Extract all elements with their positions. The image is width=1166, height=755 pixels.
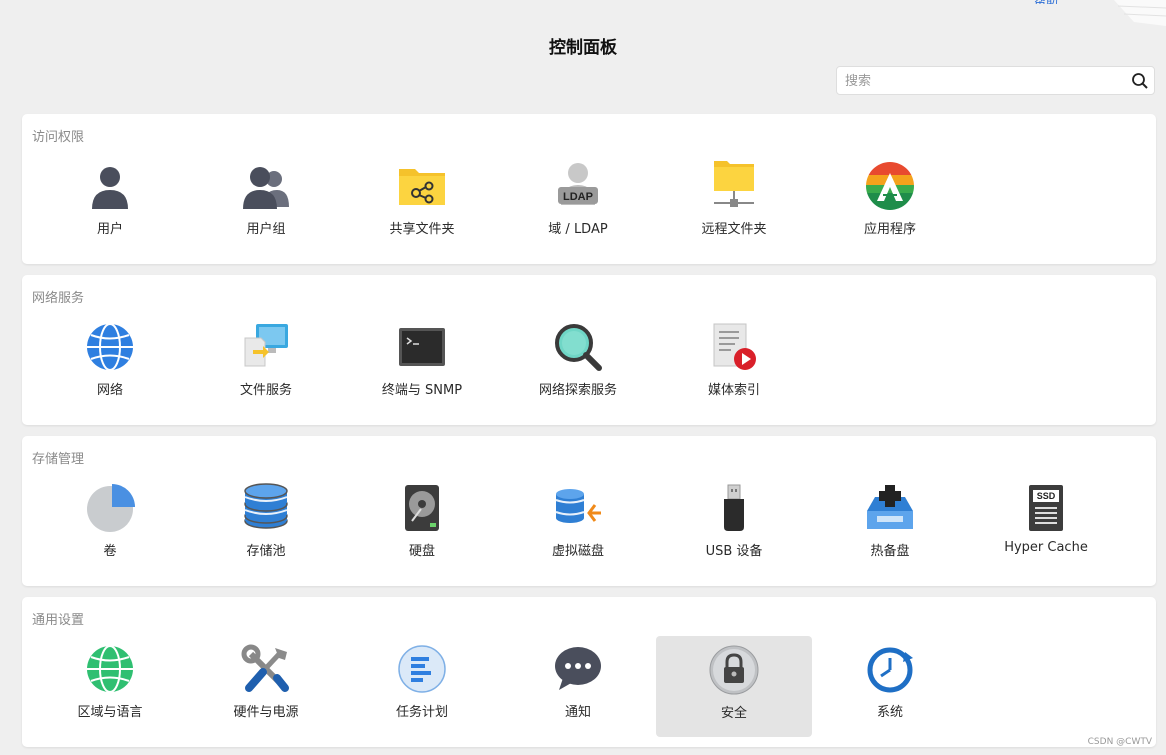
item-network-discovery[interactable]: 网络探索服务 (500, 297, 656, 398)
file-service-icon (241, 322, 291, 372)
help-link[interactable]: 帮助 (1034, 0, 1058, 4)
svg-text:LDAP: LDAP (563, 191, 593, 203)
item-system[interactable]: 系统 (812, 619, 968, 720)
terminal-icon (397, 322, 447, 372)
shared-folder-icon (397, 161, 447, 211)
item-shared-folder[interactable]: 共享文件夹 (344, 136, 500, 237)
item-hot-spare[interactable]: 热备盘 (812, 458, 968, 559)
region-globe-icon (85, 644, 135, 694)
svg-text:SSD: SSD (1037, 491, 1056, 501)
item-label: 安全 (720, 706, 747, 721)
tools-icon (241, 644, 291, 694)
item-hyper-cache[interactable]: SSD Hyper Cache (968, 458, 1124, 559)
item-label: 硬件与电源 (233, 705, 299, 720)
search-input[interactable] (845, 72, 1125, 90)
application-icon (865, 161, 915, 211)
task-list-icon (397, 644, 447, 694)
item-label: 虚拟磁盘 (551, 544, 604, 559)
item-label: 通知 (564, 705, 591, 720)
item-label: 用户 (96, 222, 123, 237)
item-label: 域 / LDAP (548, 222, 608, 237)
item-notification[interactable]: 通知 (500, 619, 656, 720)
item-terminal-snmp[interactable]: 终端与 SNMP (344, 297, 500, 398)
item-volume[interactable]: 卷 (32, 458, 188, 559)
item-region-language[interactable]: 区域与语言 (32, 619, 188, 720)
item-security[interactable]: 安全 (656, 636, 812, 737)
section-storage-management: 存储管理 卷 存储池 硬盘 虚拟磁盘 USB 设备 热备盘 SSD Hyper … (22, 436, 1156, 586)
item-label: 存储池 (246, 544, 286, 559)
user-group-icon (241, 161, 291, 211)
hot-spare-icon (865, 483, 915, 533)
item-usb-device[interactable]: USB 设备 (656, 458, 812, 559)
item-user-group[interactable]: 用户组 (188, 136, 344, 237)
item-label: 卷 (103, 544, 117, 559)
item-domain-ldap[interactable]: LDAP 域 / LDAP (500, 136, 656, 237)
item-label: 应用程序 (863, 222, 916, 237)
search-field[interactable] (836, 66, 1155, 95)
ssd-icon: SSD (1021, 483, 1071, 533)
item-label: 网络 (96, 383, 123, 398)
storage-pool-icon (241, 483, 291, 533)
virtual-disk-icon (553, 483, 603, 533)
item-label: 区域与语言 (77, 705, 143, 720)
chat-bubble-icon (553, 644, 603, 694)
watermark: CSDN @CWTV (1087, 737, 1152, 747)
pie-volume-icon (85, 483, 135, 533)
ldap-icon: LDAP (553, 161, 603, 211)
item-remote-folder[interactable]: 远程文件夹 (656, 136, 812, 237)
section-general-settings: 通用设置 区域与语言 硬件与电源 任务计划 通知 安全 系统 (22, 597, 1156, 747)
search-icon[interactable] (1131, 72, 1149, 90)
item-label: 用户组 (246, 222, 286, 237)
globe-icon (85, 322, 135, 372)
section-network-services: 网络服务 网络 文件服务 终端与 SNMP 网络探索服务 媒体索引 (22, 275, 1156, 425)
item-label: 系统 (876, 705, 903, 720)
media-index-icon (709, 322, 759, 372)
hard-disk-icon (397, 483, 447, 533)
usb-icon (709, 483, 759, 533)
item-task-schedule[interactable]: 任务计划 (344, 619, 500, 720)
item-label: 共享文件夹 (389, 222, 455, 237)
item-storage-pool[interactable]: 存储池 (188, 458, 344, 559)
lock-icon (709, 645, 759, 695)
item-label: 远程文件夹 (701, 222, 767, 237)
item-label: 媒体索引 (707, 383, 760, 398)
item-label: 文件服务 (239, 383, 292, 398)
item-application[interactable]: 应用程序 (812, 136, 968, 237)
user-icon (85, 161, 135, 211)
item-label: 任务计划 (395, 705, 448, 720)
remote-folder-icon (709, 161, 759, 211)
item-label: 网络探索服务 (538, 383, 617, 398)
item-file-service[interactable]: 文件服务 (188, 297, 344, 398)
item-label: 终端与 SNMP (381, 383, 463, 398)
magnifier-icon (553, 322, 603, 372)
item-label: Hyper Cache (1004, 540, 1088, 555)
system-clock-icon (865, 644, 915, 694)
item-label: 热备盘 (870, 544, 910, 559)
item-hard-disk[interactable]: 硬盘 (344, 458, 500, 559)
section-access-rights: 访问权限 用户 用户组 共享文件夹 LDAP 域 / LDAP 远程文件夹 应用… (22, 114, 1156, 264)
item-user[interactable]: 用户 (32, 136, 188, 237)
item-label: 硬盘 (408, 544, 435, 559)
item-hardware-power[interactable]: 硬件与电源 (188, 619, 344, 720)
item-media-index[interactable]: 媒体索引 (656, 297, 812, 398)
page-title: 控制面板 (549, 38, 617, 58)
corner-decoration (1114, 0, 1166, 26)
item-network[interactable]: 网络 (32, 297, 188, 398)
item-virtual-disk[interactable]: 虚拟磁盘 (500, 458, 656, 559)
item-label: USB 设备 (705, 544, 763, 559)
